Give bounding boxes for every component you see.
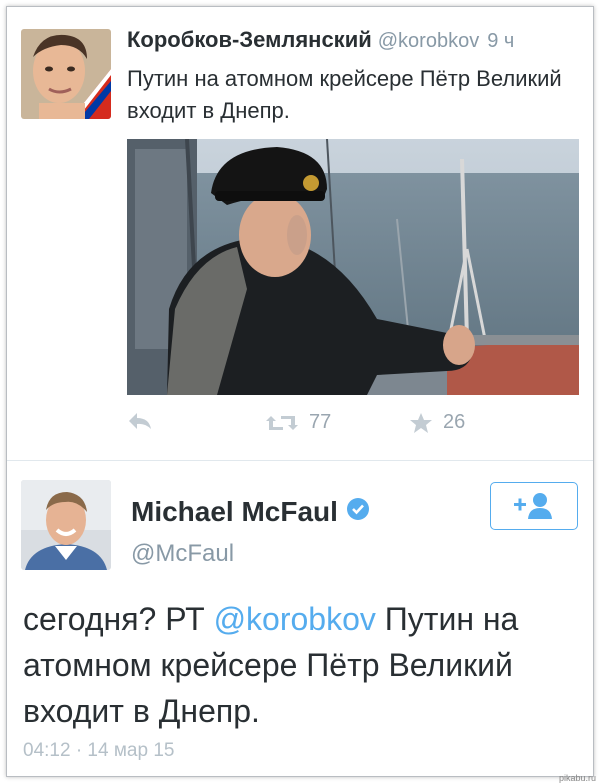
tweet-header: Коробков-Землянский @korobkov 9 ч xyxy=(127,27,514,53)
author-handle[interactable]: @korobkov xyxy=(378,30,479,52)
tweet-text: Путин на атомном крейсере Пётр Великий в… xyxy=(127,66,562,123)
author-handle[interactable]: @McFaul xyxy=(131,540,234,568)
retweet-count: 77 xyxy=(309,411,332,433)
reply-button[interactable] xyxy=(127,411,153,433)
author-name[interactable]: Коробков-Землянский xyxy=(127,27,372,52)
tweet-text: сегодня? РТ @korobkov Путин на атомном к… xyxy=(23,596,583,734)
watermark: pikabu.ru xyxy=(558,773,596,783)
tweet-time[interactable]: 9 ч xyxy=(487,30,514,52)
reply-icon xyxy=(129,413,151,429)
add-user-icon xyxy=(514,493,552,519)
verified-badge-icon xyxy=(346,496,370,528)
tweet-actions: 77 26 xyxy=(127,411,567,445)
tweet-date[interactable]: 04:12 · 14 мар 15 xyxy=(23,740,174,762)
retweet-button[interactable]: 77 xyxy=(265,411,331,434)
author-name[interactable]: Michael McFaul xyxy=(131,496,338,528)
author-name-row: Michael McFaul xyxy=(131,496,370,528)
tweet-korobkov[interactable]: Коробков-Землянский @korobkov 9 ч Путин на… xyxy=(7,7,593,461)
tweet-text-part: сегодня? РТ xyxy=(23,601,214,637)
favorite-count: 26 xyxy=(443,411,466,433)
mention-link[interactable]: @korobkov xyxy=(214,601,376,637)
retweet-icon xyxy=(266,415,298,430)
tweet-photo[interactable] xyxy=(127,139,579,395)
follow-button[interactable] xyxy=(490,482,578,530)
screenshot-frame: Коробков-Землянский @korobkov 9 ч Путин на… xyxy=(6,6,594,777)
avatar[interactable] xyxy=(21,29,111,119)
favorite-button[interactable]: 26 xyxy=(409,411,465,434)
tweet-mcfaul[interactable]: Michael McFaul @McFaul сегодня? РТ @koro… xyxy=(7,462,593,776)
avatar[interactable] xyxy=(21,480,111,570)
star-icon xyxy=(410,412,432,433)
